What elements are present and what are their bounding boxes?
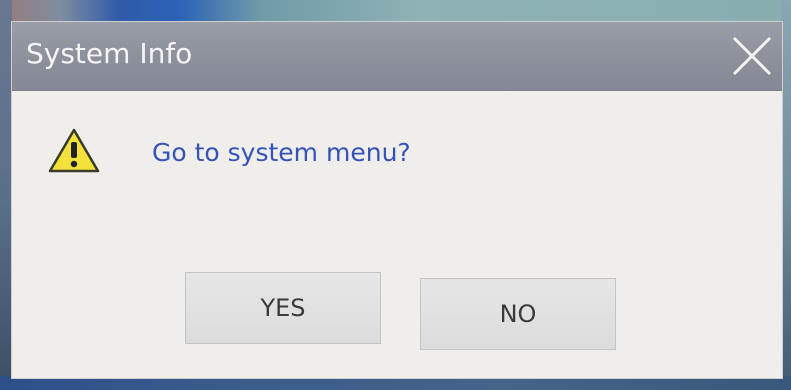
no-button-label: NO	[499, 300, 537, 328]
close-icon	[732, 36, 772, 76]
no-button[interactable]: NO	[420, 278, 616, 350]
desktop-background-right	[781, 0, 791, 390]
desktop-background-left	[0, 0, 12, 390]
system-info-dialog: System Info Go to system menu? YES NO	[12, 22, 782, 378]
desktop-background-top	[0, 0, 791, 22]
yes-button-label: YES	[260, 294, 306, 322]
close-button[interactable]	[726, 30, 778, 82]
warning-icon	[48, 128, 100, 173]
yes-button[interactable]: YES	[185, 272, 381, 344]
dialog-message: Go to system menu?	[152, 138, 411, 167]
dialog-titlebar: System Info	[12, 22, 782, 91]
dialog-title: System Info	[26, 37, 193, 70]
desktop-background-bottom	[0, 376, 791, 390]
